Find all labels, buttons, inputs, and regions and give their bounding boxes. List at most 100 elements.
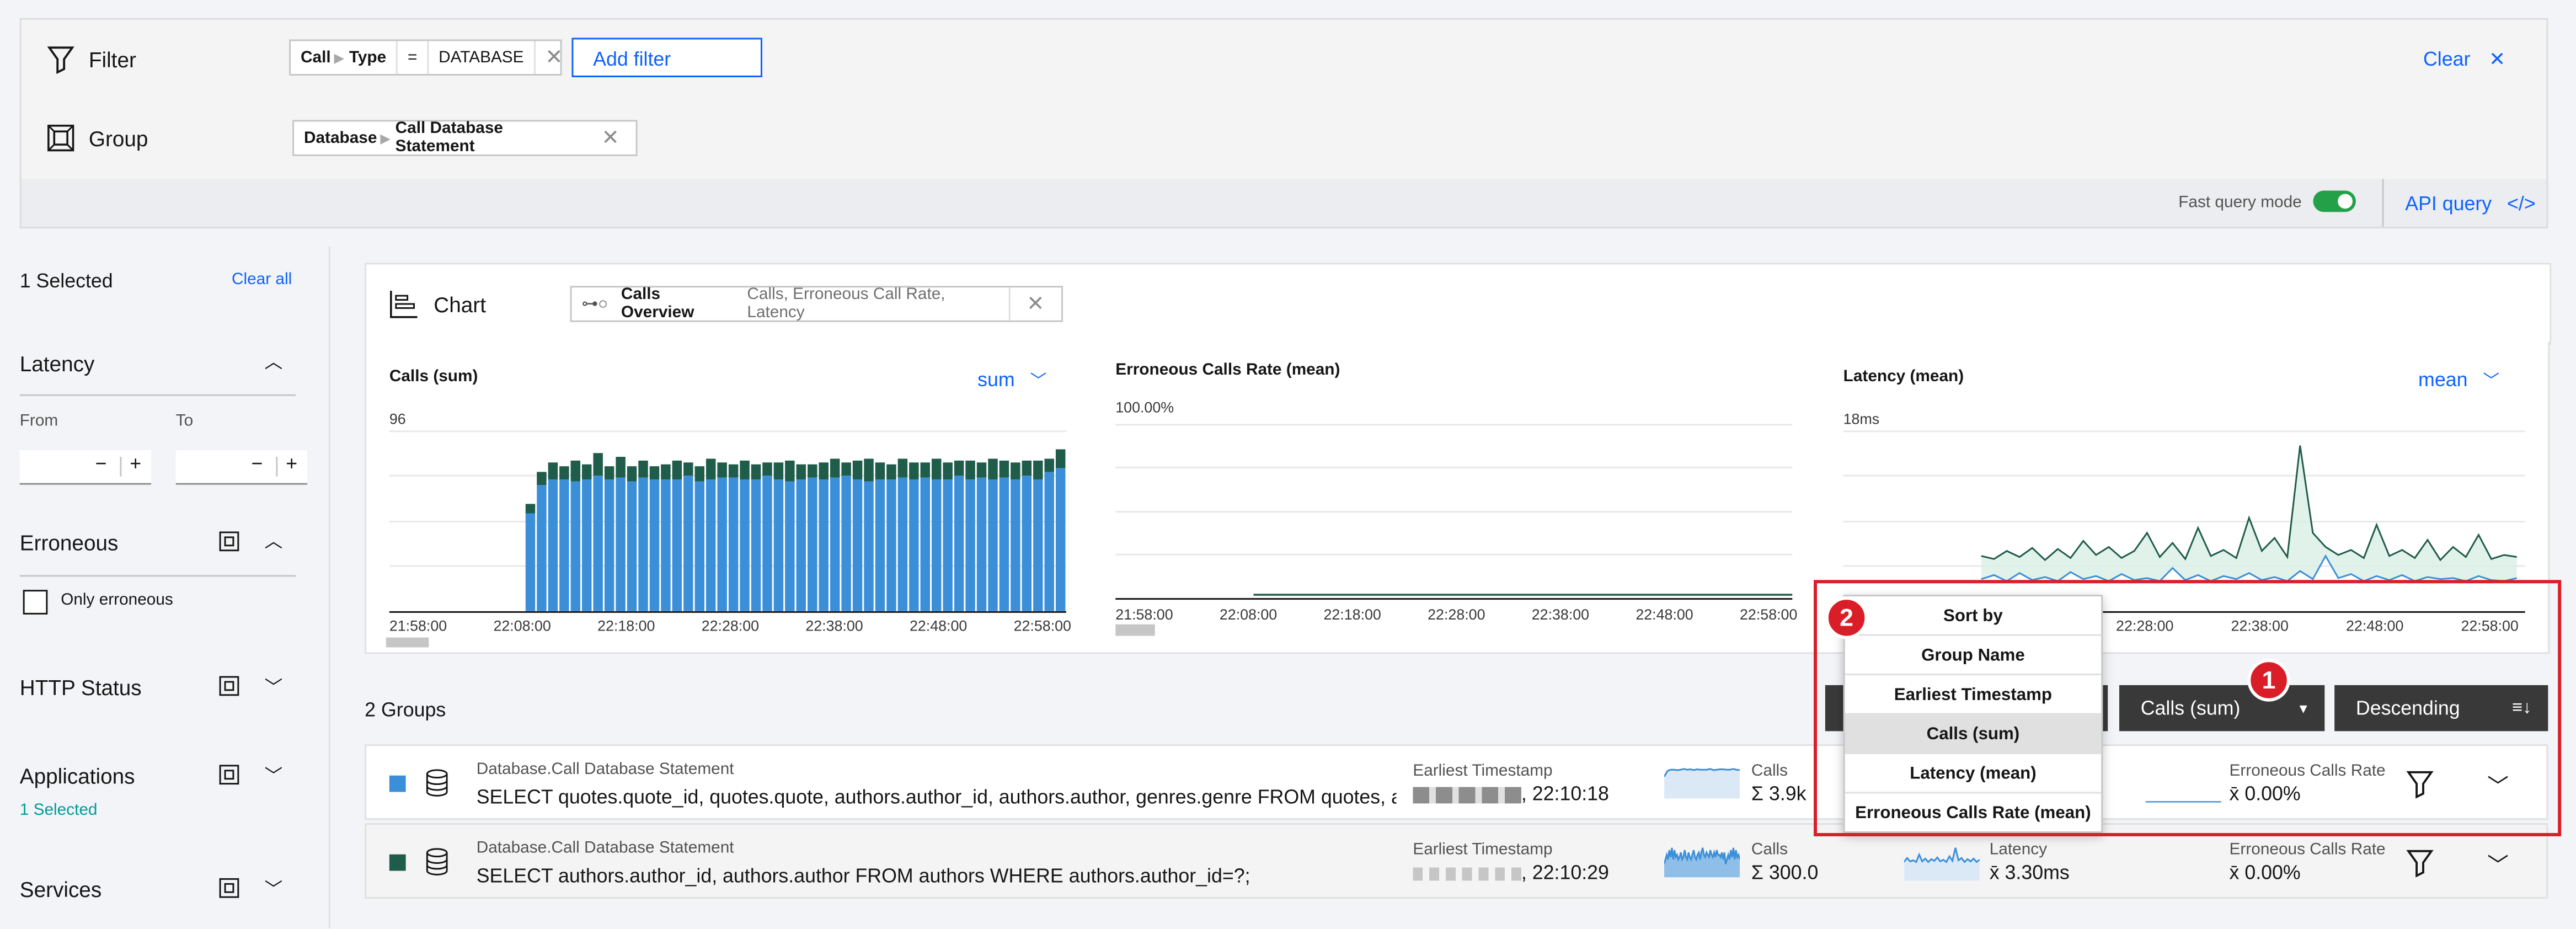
calls-bar-stack[interactable] xyxy=(627,466,637,482)
calls-bar-stack[interactable] xyxy=(1022,460,1032,476)
calls-bar[interactable] xyxy=(593,476,603,611)
calls-bar[interactable] xyxy=(808,477,817,611)
calls-bar[interactable] xyxy=(728,477,739,611)
calls-bar-stack[interactable] xyxy=(897,458,908,478)
calls-bar-stack[interactable] xyxy=(1011,462,1020,480)
group-statement[interactable]: SELECT authors.author_id, authors.author… xyxy=(477,864,1397,888)
calls-bar-stack[interactable] xyxy=(649,466,660,480)
calls-bar-stack[interactable] xyxy=(593,453,603,476)
latency-to-input[interactable]: − + xyxy=(175,450,307,485)
chevron-down-icon[interactable]: ﹀ xyxy=(2487,848,2509,879)
calls-bar-stack[interactable] xyxy=(920,462,931,478)
calls-bar[interactable] xyxy=(548,479,558,611)
calls-bar[interactable] xyxy=(1055,468,1066,611)
calls-bar[interactable] xyxy=(683,476,693,611)
decrement-button[interactable]: − xyxy=(95,452,107,475)
calls-bar-stack[interactable] xyxy=(773,462,784,480)
calls-bar[interactable] xyxy=(988,479,998,611)
filter-icon[interactable] xyxy=(2405,848,2435,878)
calls-bar[interactable] xyxy=(751,479,761,611)
group-statement[interactable]: SELECT quotes.quote_id, quotes.quote, au… xyxy=(477,786,1397,809)
calls-bar-stack[interactable] xyxy=(852,460,863,480)
aggregation-dropdown[interactable]: sum ﹀ xyxy=(977,366,1046,391)
calls-bar[interactable] xyxy=(559,479,569,611)
calls-bar-stack[interactable] xyxy=(954,460,964,476)
calls-bar[interactable] xyxy=(976,477,987,611)
calls-bar-stack[interactable] xyxy=(999,460,1009,478)
chevron-down-icon[interactable]: ﹀ xyxy=(265,762,283,789)
calls-bar[interactable] xyxy=(819,479,829,611)
calls-bar-stack[interactable] xyxy=(604,466,614,480)
aggregation-dropdown[interactable]: mean ﹀ xyxy=(2418,366,2499,391)
calls-bar-stack[interactable] xyxy=(841,462,851,476)
calls-bar[interactable] xyxy=(740,479,750,611)
calls-bar-stack[interactable] xyxy=(875,462,885,480)
filter-chip[interactable]: Call ▶ Type = DATABASE ✕ xyxy=(289,39,563,76)
group-by-icon[interactable] xyxy=(218,877,240,899)
calls-bar[interactable] xyxy=(649,479,660,611)
calls-bar[interactable] xyxy=(604,479,614,611)
only-erroneous-checkbox[interactable] xyxy=(23,590,48,615)
calls-bar[interactable] xyxy=(1022,476,1032,611)
calls-bar[interactable] xyxy=(796,479,806,611)
chevron-up-icon[interactable]: ︿ xyxy=(265,527,283,554)
calls-bar-stack[interactable] xyxy=(672,460,682,480)
add-filter-input[interactable]: Add filter xyxy=(571,38,762,77)
calls-bar[interactable] xyxy=(661,479,671,611)
calls-bar-stack[interactable] xyxy=(616,457,626,478)
calls-bar-stack[interactable] xyxy=(694,466,704,482)
calls-bar-stack[interactable] xyxy=(931,458,942,480)
calls-bar[interactable] xyxy=(525,513,536,611)
calls-bar[interactable] xyxy=(1033,479,1043,611)
calls-bar[interactable] xyxy=(537,485,547,611)
calls-bar-stack[interactable] xyxy=(886,464,896,480)
calls-bar-stack[interactable] xyxy=(830,458,840,478)
calls-bar[interactable] xyxy=(931,479,942,611)
calls-bar[interactable] xyxy=(785,481,795,611)
calls-bar[interactable] xyxy=(706,479,716,611)
latency-from-input[interactable]: − + xyxy=(19,450,152,485)
chevron-up-icon[interactable]: ︿ xyxy=(265,348,283,375)
calls-bar[interactable] xyxy=(897,477,908,611)
calls-bar[interactable] xyxy=(954,476,964,611)
calls-bar-stack[interactable] xyxy=(740,460,750,480)
calls-bar[interactable] xyxy=(875,479,885,611)
calls-bar-stack[interactable] xyxy=(706,458,716,480)
chart-preset-chip[interactable]: ⊶○ Calls Overview Calls, Erroneous Call … xyxy=(570,286,1063,322)
calls-bar[interactable] xyxy=(638,477,648,611)
calls-bar[interactable] xyxy=(830,477,840,611)
increment-button[interactable]: + xyxy=(130,452,141,475)
calls-bar[interactable] xyxy=(886,479,896,611)
calls-bar[interactable] xyxy=(864,481,874,611)
decrement-button[interactable]: − xyxy=(252,452,263,475)
close-icon[interactable]: ✕ xyxy=(585,121,636,154)
calls-bar-stack[interactable] xyxy=(683,462,693,476)
api-query-button[interactable]: API query </> xyxy=(2405,192,2535,215)
calls-bar[interactable] xyxy=(672,479,682,611)
calls-bar[interactable] xyxy=(582,479,592,611)
calls-bar-stack[interactable] xyxy=(559,466,569,480)
calls-bar-stack[interactable] xyxy=(1044,458,1054,472)
calls-bar-stack[interactable] xyxy=(525,504,536,514)
calls-bar-stack[interactable] xyxy=(796,464,806,480)
group-by-icon[interactable] xyxy=(218,675,240,697)
calls-bar-stack[interactable] xyxy=(717,462,727,478)
calls-bar-stack[interactable] xyxy=(548,462,558,480)
calls-bar[interactable] xyxy=(1011,479,1020,611)
calls-bar-stack[interactable] xyxy=(988,458,998,480)
chevron-down-icon[interactable]: ﹀ xyxy=(265,875,283,902)
fast-query-toggle[interactable] xyxy=(2313,190,2356,212)
calls-bar-stack[interactable] xyxy=(965,460,975,480)
close-icon[interactable]: ✕ xyxy=(1008,287,1061,321)
calls-bar[interactable] xyxy=(920,477,931,611)
calls-bar-stack[interactable] xyxy=(808,464,817,478)
calls-bar-stack[interactable] xyxy=(943,462,953,480)
calls-bar[interactable] xyxy=(694,481,704,611)
calls-bar-stack[interactable] xyxy=(537,472,547,485)
calls-bar-stack[interactable] xyxy=(864,458,874,482)
calls-bar[interactable] xyxy=(965,479,975,611)
calls-bar-stack[interactable] xyxy=(751,464,761,480)
calls-bar[interactable] xyxy=(909,479,919,611)
chevron-down-icon[interactable]: ﹀ xyxy=(265,674,283,700)
calls-bar-stack[interactable] xyxy=(638,460,648,478)
